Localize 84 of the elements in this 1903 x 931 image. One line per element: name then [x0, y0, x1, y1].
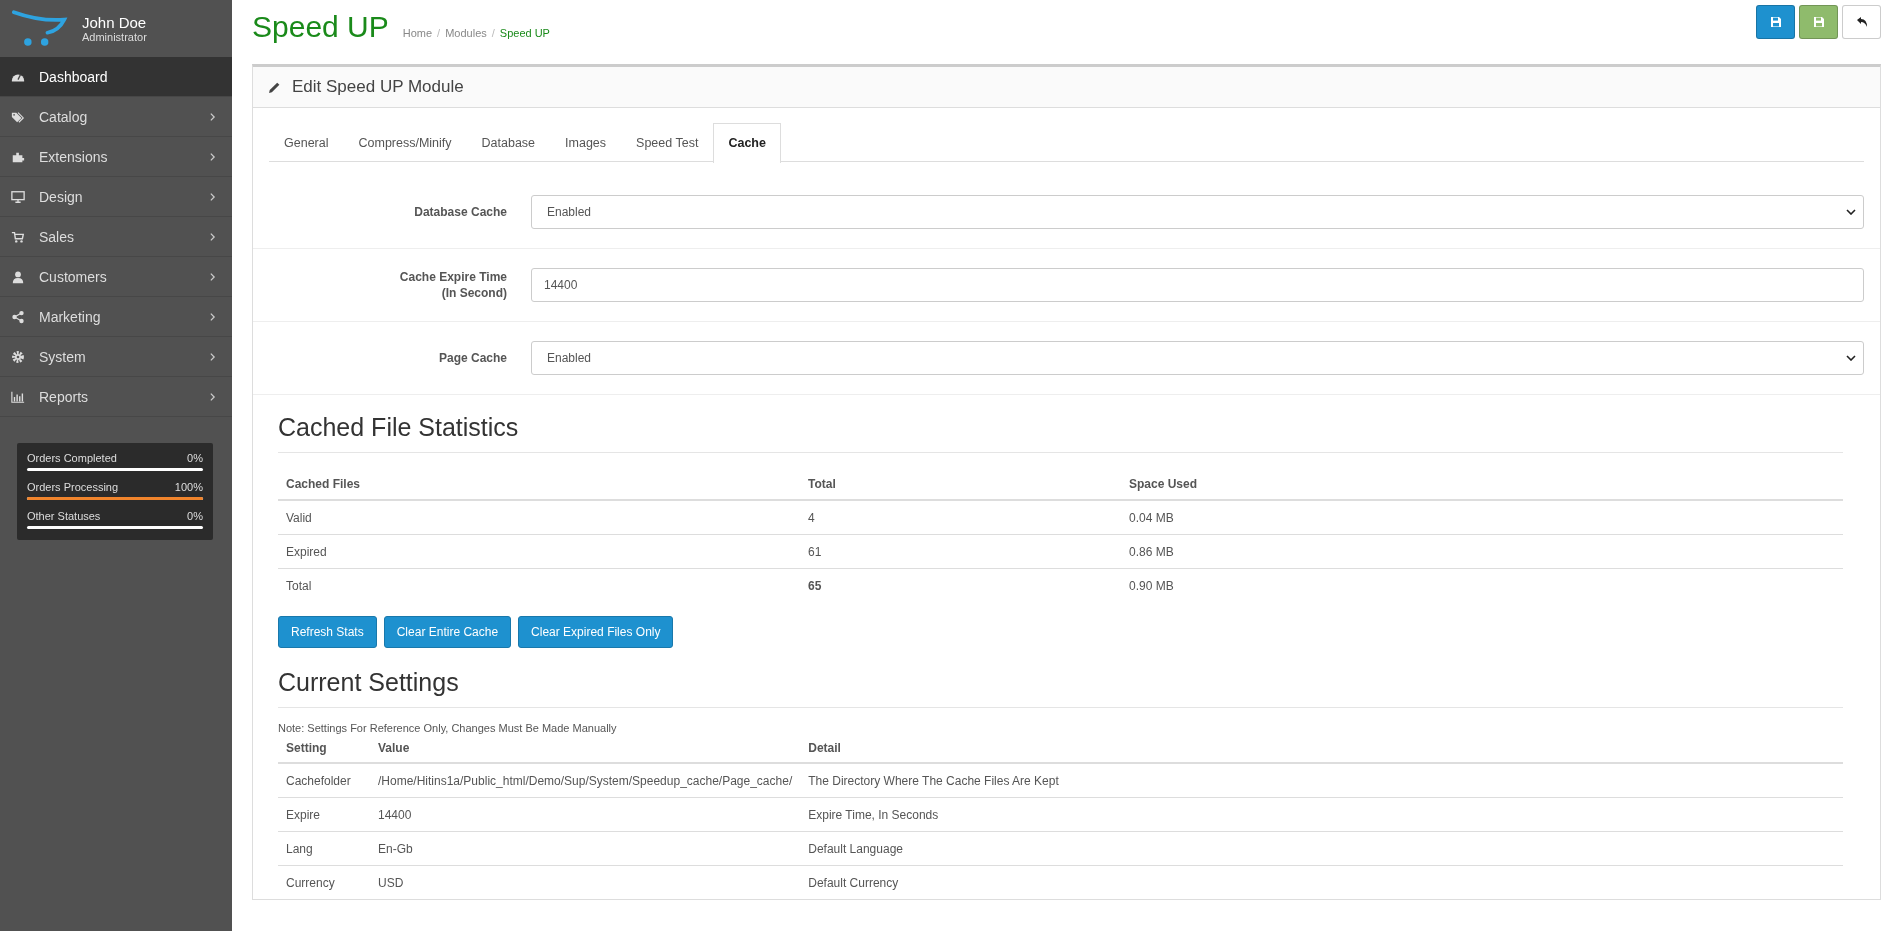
breadcrumb-link[interactable]: Modules [445, 27, 487, 39]
table-cell: Cachefolder [278, 763, 370, 798]
chevron-down-icon [1846, 355, 1856, 361]
action-button[interactable]: Refresh Stats [278, 616, 377, 648]
pencil-icon [268, 80, 281, 94]
table-cell: En-Gb [370, 831, 801, 866]
table-cell: 65 [800, 568, 1121, 602]
table-cell: Expire Time, In Seconds [800, 797, 1843, 832]
stat-label: Other Statuses [27, 510, 101, 522]
tab[interactable]: Compress/Minify [343, 123, 467, 162]
action-button[interactable]: Clear Entire Cache [383, 616, 512, 648]
column-header: Setting [278, 734, 370, 763]
cart-icon [11, 229, 25, 244]
user-name: John Doe [82, 14, 147, 31]
menu-item[interactable]: System [0, 337, 232, 377]
stat-label: Orders Completed [27, 452, 117, 464]
page-title: Speed UP [252, 12, 389, 42]
table-cell: USD [370, 865, 801, 899]
breadcrumb-separator: / [491, 27, 495, 39]
table-cell: 4 [800, 500, 1121, 535]
breadcrumb-link[interactable]: Speed UP [499, 27, 550, 39]
action-button[interactable]: Clear Expired Files Only [518, 616, 674, 648]
stat-percent: 0% [187, 510, 203, 522]
menu-item[interactable]: Customers [0, 257, 232, 297]
column-header: Space Used [1121, 469, 1843, 500]
dropdown[interactable]: Enabled [531, 195, 1864, 229]
tab[interactable]: General [269, 123, 344, 162]
user-role: Administrator [82, 31, 147, 43]
table-cell: Expire [278, 797, 370, 832]
chevron-down-icon [1846, 209, 1856, 215]
table-cell: Valid [278, 500, 800, 535]
menu-item[interactable]: Design [0, 177, 232, 217]
field-label: Page Cache [437, 349, 508, 367]
table-cell: The Directory Where The Cache Files Are Kept [800, 763, 1843, 798]
table-cell: 14400 [370, 797, 801, 832]
table-cell: Lang [278, 831, 370, 866]
field-label: Cache Expire Time (In Second) [398, 268, 508, 302]
section-heading: Current Settings [278, 668, 1843, 708]
menu-item[interactable]: Dashboard [0, 57, 232, 97]
back-button[interactable] [1842, 5, 1881, 39]
menu-item[interactable]: Marketing [0, 297, 232, 337]
tag-icon [11, 109, 25, 124]
user-icon [11, 269, 25, 284]
table-cell: Total [278, 568, 800, 602]
save-button[interactable] [1756, 5, 1795, 39]
table-cell: Expired [278, 534, 800, 569]
column-header: Total [800, 469, 1121, 500]
stat-percent: 0% [187, 452, 203, 464]
table-cell: /Home/Hitins1a/Public_html/Demo/Sup/System/Speedup_cache/Page_cache/ [370, 763, 801, 798]
dropdown[interactable]: Enabled [531, 341, 1864, 375]
tab[interactable]: Speed Test [621, 123, 714, 162]
menu-item[interactable]: Catalog [0, 97, 232, 137]
bar-chart-icon [11, 389, 25, 404]
table-cell: Default Language [800, 831, 1843, 866]
breadcrumb-separator: / [437, 27, 441, 39]
menu-item[interactable]: Extensions [0, 137, 232, 177]
table-cell: Default Currency [800, 865, 1843, 899]
tab[interactable]: Cache [713, 123, 781, 163]
table-cell: 0.86 MB [1121, 534, 1843, 569]
cart-logo-icon [12, 8, 68, 49]
gear-icon [11, 349, 25, 364]
input-field[interactable]: 14400 [531, 268, 1864, 302]
field-label: Database Cache [413, 203, 508, 221]
column-header: Detail [800, 734, 1843, 763]
table-cell: Currency [278, 865, 370, 899]
column-header: Value [370, 734, 801, 763]
stat-percent: 100% [174, 481, 203, 493]
tab[interactable]: Images [550, 123, 622, 162]
table-cell: 61 [800, 534, 1121, 569]
stat-label: Orders Processing [27, 481, 119, 493]
tab[interactable]: Database [466, 123, 551, 162]
column-header: Cached Files [278, 469, 800, 500]
monitor-icon [11, 189, 25, 204]
share-icon [11, 309, 25, 324]
breadcrumb-link[interactable]: Home [402, 27, 433, 39]
table-cell: 0.04 MB [1121, 500, 1843, 535]
save-button[interactable] [1799, 5, 1838, 39]
note-text: Note: Settings For Reference Only, Changes Must Be Made Manually [278, 722, 618, 734]
table-cell: 0.90 MB [1121, 568, 1843, 602]
panel-title: Edit Speed UP Module [292, 77, 464, 97]
menu-item[interactable]: Sales [0, 217, 232, 257]
menu-item[interactable]: Reports [0, 377, 232, 417]
back-arrow-icon [1855, 16, 1868, 28]
section-heading: Cached File Statistics [278, 413, 1843, 453]
